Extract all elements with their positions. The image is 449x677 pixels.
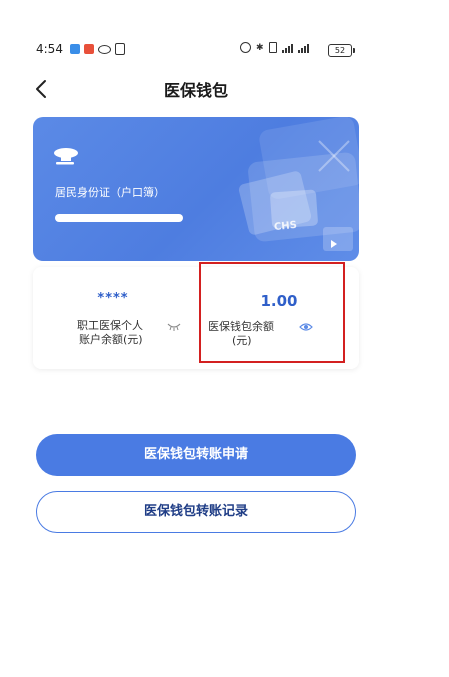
card-id-type: 居民身份证（户口簿） [55,186,165,199]
transfer-apply-button[interactable]: 医保钱包转账申请 [36,434,356,476]
eye-status-icon [98,44,111,54]
personal-balance-value: **** [97,291,129,306]
play-icon[interactable] [331,240,337,248]
personal-balance-label-line1: 职工医保个人 [77,319,143,332]
card-masked-number [55,214,183,222]
notification-icons [70,43,125,55]
page-title: 医保钱包 [163,81,228,100]
personal-account-balance: **** 职工医保个人 账户余额(元) [33,267,193,369]
vibrate-icon [268,42,277,53]
message-icon [70,44,80,54]
highlight-annotation-box [199,262,345,363]
card-logo-icon [54,148,78,165]
status-time: 4:54 [36,42,63,56]
transfer-record-button[interactable]: 医保钱包转账记录 [36,491,356,533]
app-icon [84,44,94,54]
bluetooth-icon: ✱ [256,42,264,53]
signal-icon-2 [297,43,309,53]
eye-closed-icon[interactable] [167,323,181,331]
signal-icon [281,43,293,53]
alarm-icon [240,42,251,53]
personal-balance-label-line2: 账户余额(元) [79,333,143,346]
status-bar: 4:54 ✱ 52 [0,38,449,62]
status-right-icons: ✱ [240,42,309,53]
id-card: 居民身份证（户口簿） CHS [33,117,359,261]
battery-indicator: 52 [328,44,355,57]
nfc-icon [115,43,125,55]
